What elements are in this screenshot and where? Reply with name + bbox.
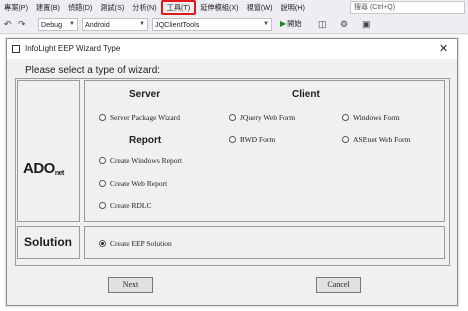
radio-button[interactable] <box>99 157 106 164</box>
radio-button[interactable] <box>229 114 236 121</box>
project-combo[interactable]: JQClientTools ▼ <box>152 18 272 31</box>
report-heading: Report <box>129 135 162 146</box>
server-heading: Server <box>129 89 161 100</box>
radio-button[interactable] <box>229 136 236 143</box>
option-server-package[interactable]: Server Package Wizard <box>99 113 180 122</box>
toolbar: ↶ ↷ Debug ▼ Android ▼ JQClientTools ▼ ▶開… <box>0 15 468 34</box>
start-label: 開始 <box>287 19 302 28</box>
option-windows-form[interactable]: Windows Form <box>342 113 400 122</box>
radio-button[interactable] <box>99 180 106 187</box>
start-button[interactable]: ▶開始 <box>280 19 302 29</box>
option-label: Create RDLC <box>110 201 152 210</box>
option-create-rdlc[interactable]: Create RDLC <box>99 201 151 210</box>
radio-button[interactable] <box>342 136 349 143</box>
project-value: JQClientTools <box>155 20 200 29</box>
solution-label: Solution <box>24 235 72 249</box>
option-jquery-web-form[interactable]: JQuery Web Form <box>229 113 295 122</box>
option-rwd-form[interactable]: RWD Form <box>229 135 275 144</box>
radio-button-selected[interactable] <box>99 240 106 247</box>
play-icon: ▶ <box>280 19 287 28</box>
dialog-title: InfoLight EEP Wizard Type <box>25 44 121 53</box>
wizard-dialog: InfoLight EEP Wizard Type ✕ Please selec… <box>6 38 458 306</box>
dialog-titlebar: InfoLight EEP Wizard Type ✕ <box>7 39 457 59</box>
menu-analyze[interactable]: 分析(N) <box>128 0 160 15</box>
menu-window[interactable]: 視窗(W) <box>243 0 277 15</box>
ado-net-box: ADOnet <box>17 80 80 222</box>
config-combo[interactable]: Debug ▼ <box>38 18 78 31</box>
option-create-windows-report[interactable]: Create Windows Report <box>99 156 182 165</box>
menu-help[interactable]: 說明(H) <box>276 0 308 15</box>
option-create-eep-solution[interactable]: Create EEP Solution <box>99 239 172 248</box>
option-label: Windows Form <box>353 113 400 122</box>
solution-box: Solution <box>17 226 80 259</box>
option-label: RWD Form <box>240 135 276 144</box>
attach-icon[interactable]: ⚙ <box>340 19 348 29</box>
menu-debug[interactable]: 偵錯(D) <box>64 0 96 15</box>
option-create-web-report[interactable]: Create Web Report <box>99 179 167 188</box>
next-button[interactable]: Next <box>108 277 153 293</box>
menu-build[interactable]: 建置(B) <box>32 0 64 15</box>
option-label: Create Windows Report <box>110 156 183 165</box>
screenshot-icon[interactable]: ▣ <box>362 19 371 29</box>
close-icon[interactable]: ✕ <box>439 42 448 55</box>
redo-icon[interactable]: ↷ <box>18 19 26 29</box>
undo-icon[interactable]: ↶ <box>4 19 12 29</box>
option-label: ASP.net Web Form <box>353 135 411 144</box>
option-label: Create Web Report <box>110 179 168 188</box>
chevron-down-icon: ▼ <box>139 21 145 27</box>
ado-net-logo: ADOnet <box>23 160 64 177</box>
chevron-down-icon: ▼ <box>263 21 269 27</box>
platform-combo[interactable]: Android ▼ <box>82 18 148 31</box>
radio-button[interactable] <box>99 114 106 121</box>
app-icon <box>12 45 20 53</box>
chevron-down-icon: ▼ <box>69 21 75 27</box>
menu-extensions[interactable]: 延伸模組(X) <box>196 0 242 15</box>
browser-icon[interactable]: ◫ <box>318 19 327 29</box>
option-aspnet-web-form[interactable]: ASP.net Web Form <box>342 135 410 144</box>
option-label: JQuery Web Form <box>240 113 296 122</box>
platform-value: Android <box>85 20 110 29</box>
cancel-button[interactable]: Cancel <box>316 277 361 293</box>
client-heading: Client <box>292 89 320 100</box>
option-label: Server Package Wizard <box>110 113 180 122</box>
option-label: Create EEP Solution <box>110 239 172 248</box>
menu-test[interactable]: 測試(S) <box>96 0 128 15</box>
search-box[interactable]: 搜尋 (Ctrl+Q) <box>350 1 465 14</box>
wizard-prompt: Please select a type of wizard: <box>25 65 161 76</box>
menu-tools[interactable]: 工具(T) <box>160 0 197 15</box>
radio-button[interactable] <box>99 202 106 209</box>
menu-project[interactable]: 專案(P) <box>0 0 32 15</box>
config-value: Debug <box>41 20 63 29</box>
radio-button[interactable] <box>342 114 349 121</box>
